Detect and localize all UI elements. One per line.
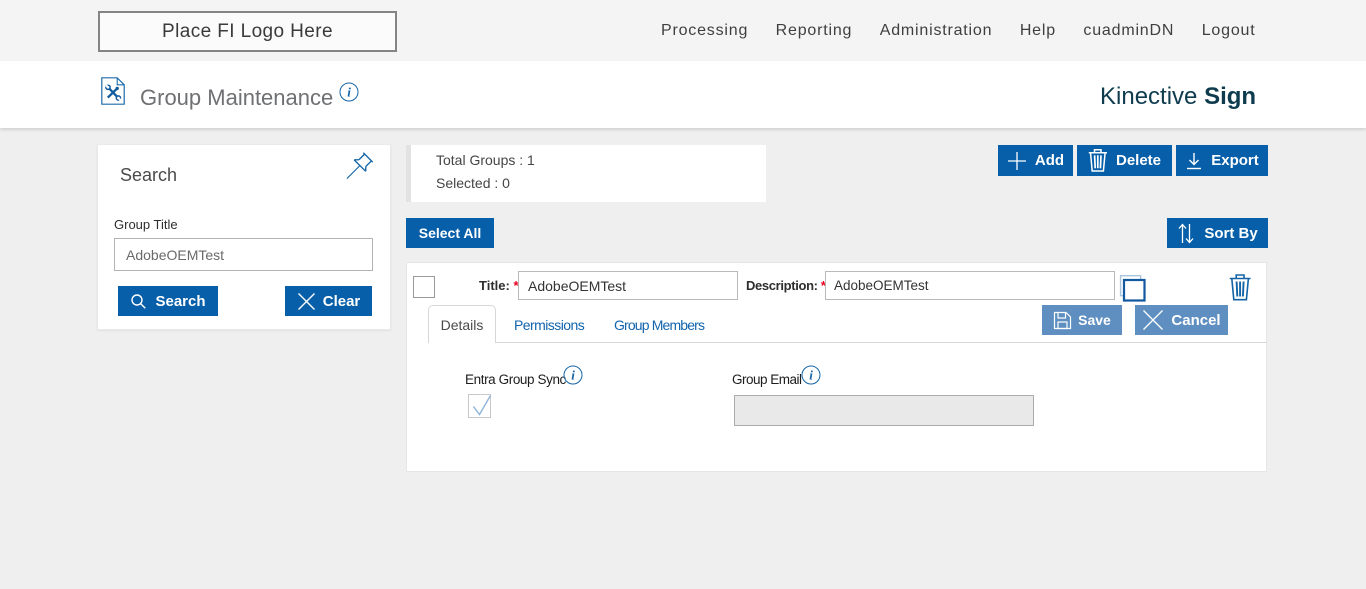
svg-text:i: i [809, 368, 813, 383]
svg-text:i: i [571, 368, 575, 383]
svg-text:i: i [347, 85, 351, 100]
